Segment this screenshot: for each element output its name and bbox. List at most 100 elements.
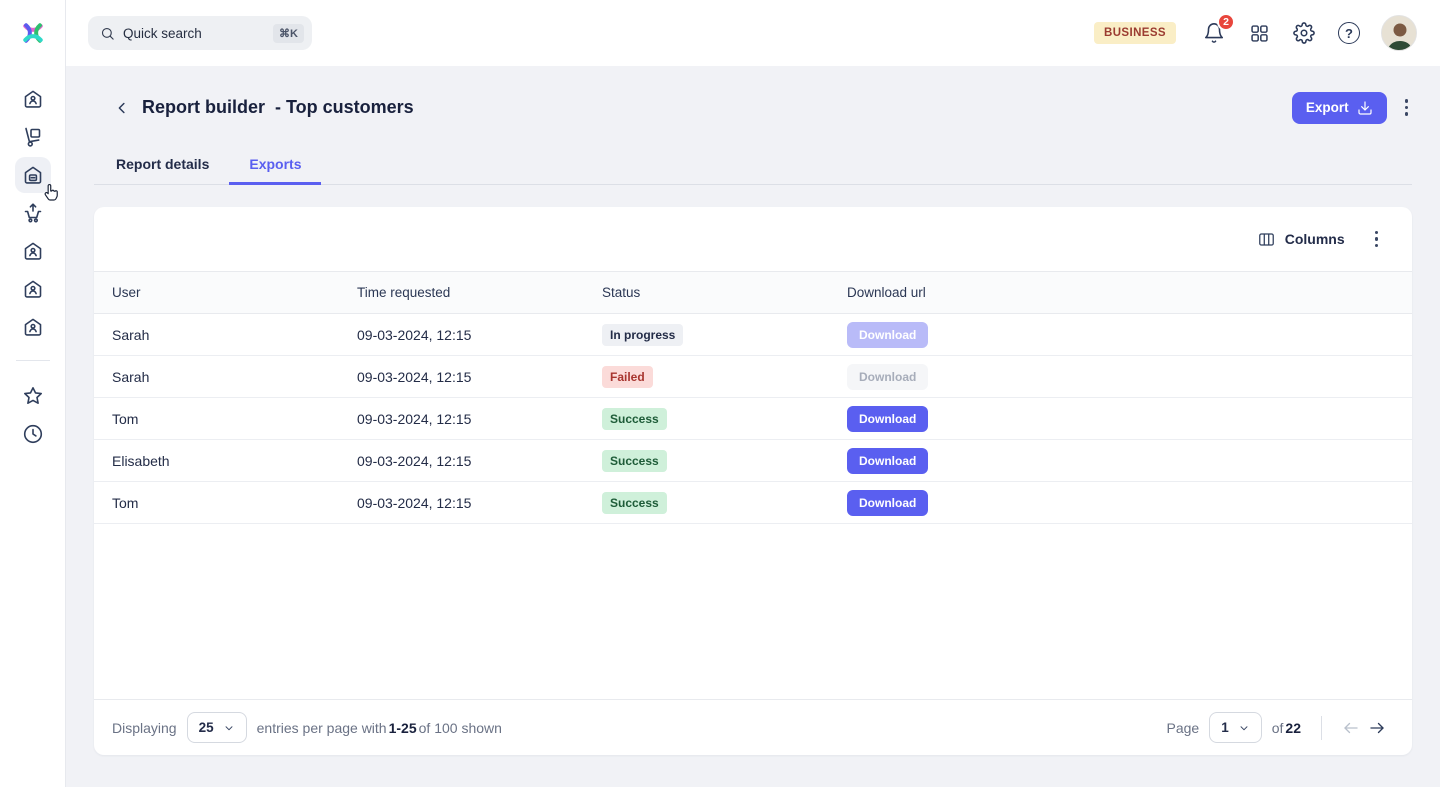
page-header: Report builder - Top customers Export — [66, 66, 1440, 132]
tab-exports[interactable]: Exports — [229, 146, 321, 185]
table-row: Tom 09-03-2024, 12:15 Success Download — [94, 398, 1412, 440]
star-icon — [21, 384, 45, 408]
download-button: Download — [847, 322, 928, 348]
pointer-cursor-icon — [40, 181, 62, 205]
arrow-left-icon — [1342, 719, 1360, 737]
cell-time: 09-03-2024, 12:15 — [357, 369, 602, 385]
table-row: Sarah 09-03-2024, 12:15 Failed Download — [94, 356, 1412, 398]
cell-user: Tom — [112, 411, 357, 427]
logo-icon — [17, 17, 49, 49]
per-page-select[interactable]: 25 — [187, 712, 247, 743]
entries-suffix-text: of 100 shown — [419, 720, 502, 736]
of-label: of — [1272, 720, 1284, 736]
topbar: ⌘K BUSINESS 2 ? — [66, 0, 1440, 66]
cell-user: Sarah — [112, 369, 357, 385]
table-body: Sarah 09-03-2024, 12:15 In progress Down… — [94, 314, 1412, 524]
displaying-label: Displaying — [112, 720, 177, 736]
avatar-image — [1382, 16, 1417, 51]
export-button-label: Export — [1306, 100, 1349, 115]
page-controls: Page 1 of 22 — [1167, 712, 1390, 743]
help-button[interactable]: ? — [1336, 20, 1362, 46]
sidebar-item-workspace-2[interactable] — [15, 233, 51, 269]
columns-button[interactable]: Columns — [1257, 230, 1345, 249]
tab-bar: Report details Exports — [94, 146, 1412, 185]
status-badge: In progress — [602, 324, 683, 346]
export-button[interactable]: Export — [1292, 92, 1387, 124]
user-avatar[interactable] — [1381, 15, 1417, 51]
chevron-down-icon — [223, 722, 235, 734]
page-select[interactable]: 1 — [1209, 712, 1262, 743]
cell-time: 09-03-2024, 12:15 — [357, 411, 602, 427]
column-header-download: Download url — [847, 285, 1394, 300]
sidebar-item-workspace-4[interactable] — [15, 309, 51, 345]
download-button: Download — [847, 364, 928, 390]
cell-user: Tom — [112, 495, 357, 511]
table-header-row: User Time requested Status Download url — [94, 271, 1412, 314]
notification-count-badge: 2 — [1217, 13, 1235, 31]
status-badge: Success — [602, 408, 667, 430]
plan-badge: BUSINESS — [1094, 22, 1176, 44]
download-icon — [1357, 100, 1373, 116]
previous-page-button[interactable] — [1338, 715, 1364, 741]
home-user-icon — [21, 239, 45, 263]
pagination-divider — [1321, 716, 1322, 740]
search-icon — [100, 26, 115, 41]
status-badge: Failed — [602, 366, 653, 388]
cell-user: Elisabeth — [112, 453, 357, 469]
page-more-menu[interactable] — [1401, 95, 1412, 119]
arrow-right-icon — [1368, 719, 1386, 737]
column-header-user: User — [112, 285, 357, 300]
topbar-right: BUSINESS 2 ? — [1094, 15, 1417, 51]
help-icon: ? — [1338, 22, 1360, 44]
column-header-status: Status — [602, 285, 847, 300]
back-button[interactable] — [110, 96, 134, 120]
app-logo[interactable] — [0, 0, 65, 66]
page-title: Report builder - Top customers — [142, 97, 414, 118]
table-more-menu[interactable] — [1371, 227, 1382, 251]
sidebar — [0, 0, 66, 787]
columns-icon — [1257, 230, 1276, 249]
table-empty-area — [94, 524, 1412, 699]
download-button[interactable]: Download — [847, 490, 928, 516]
chevron-down-icon — [1238, 722, 1250, 734]
sidebar-item-favorites[interactable] — [15, 378, 51, 414]
apps-menu-button[interactable] — [1246, 20, 1272, 46]
sidebar-item-hand-truck[interactable] — [15, 119, 51, 155]
tab-report-details[interactable]: Report details — [96, 146, 229, 185]
entries-mid-text: entries per page with — [257, 720, 387, 736]
table-row: Sarah 09-03-2024, 12:15 In progress Down… — [94, 314, 1412, 356]
sidebar-divider — [16, 360, 50, 361]
settings-button[interactable] — [1291, 20, 1317, 46]
search-input[interactable] — [123, 26, 265, 41]
download-button[interactable]: Download — [847, 406, 928, 432]
cell-time: 09-03-2024, 12:15 — [357, 453, 602, 469]
chevron-left-icon — [113, 99, 131, 117]
sidebar-nav — [0, 81, 65, 452]
quick-search[interactable]: ⌘K — [88, 16, 312, 50]
per-page-controls: Displaying 25 entries per page with 1-25… — [112, 712, 502, 743]
status-badge: Success — [602, 492, 667, 514]
clock-icon — [21, 422, 45, 446]
current-page-value: 1 — [1221, 720, 1229, 735]
header-actions: Export — [1292, 92, 1412, 124]
exports-panel: Columns User Time requested Status Downl… — [94, 207, 1412, 755]
total-pages: 22 — [1285, 720, 1301, 736]
notifications-button[interactable]: 2 — [1201, 20, 1227, 46]
columns-button-label: Columns — [1285, 231, 1345, 247]
apps-grid-icon — [1249, 23, 1270, 44]
table-toolbar: Columns — [94, 207, 1412, 271]
download-button[interactable]: Download — [847, 448, 928, 474]
sidebar-item-workspace-1[interactable] — [15, 81, 51, 117]
cell-time: 09-03-2024, 12:15 — [357, 495, 602, 511]
home-user-icon — [21, 87, 45, 111]
search-shortcut-chip: ⌘K — [273, 24, 304, 43]
cell-user: Sarah — [112, 327, 357, 343]
main-content: Report builder - Top customers Export Re… — [66, 66, 1440, 787]
sidebar-item-workspace-3[interactable] — [15, 271, 51, 307]
gear-icon — [1293, 22, 1315, 44]
sidebar-item-recent[interactable] — [15, 416, 51, 452]
page-label: Page — [1167, 720, 1200, 736]
home-user-icon — [21, 315, 45, 339]
cell-time: 09-03-2024, 12:15 — [357, 327, 602, 343]
next-page-button[interactable] — [1364, 715, 1390, 741]
